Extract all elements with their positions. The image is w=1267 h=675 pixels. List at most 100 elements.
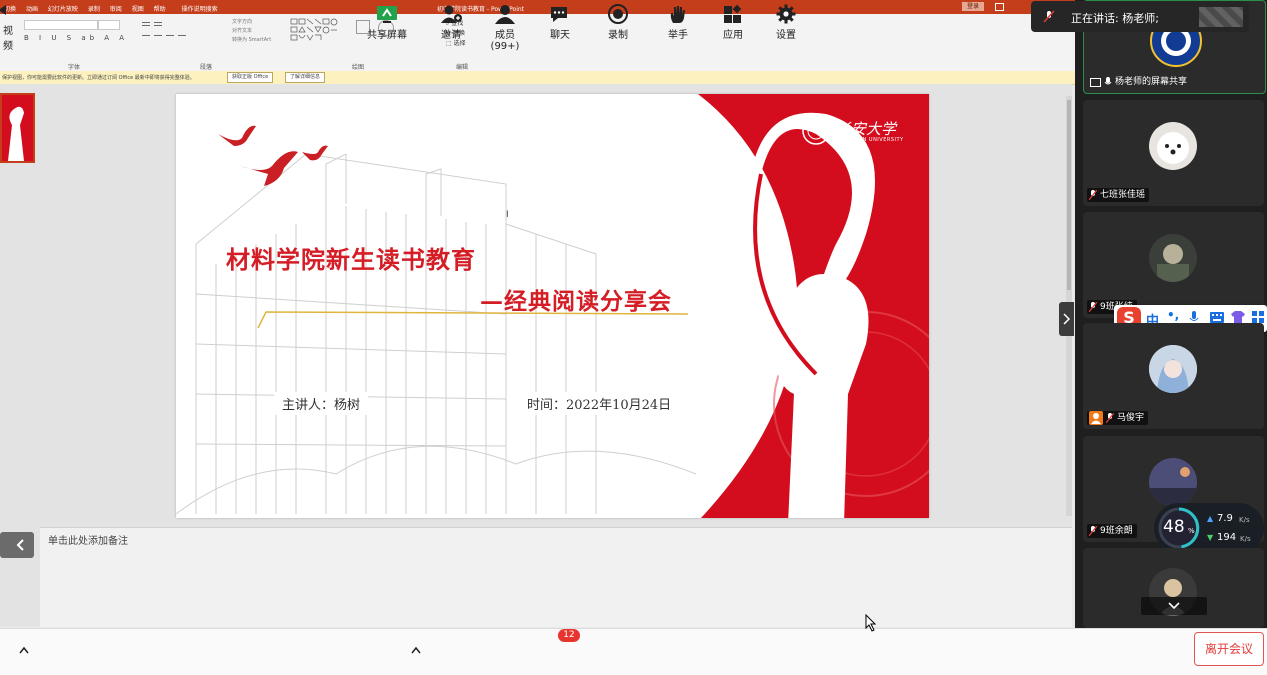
chat-button[interactable]: 聊天	[546, 0, 574, 46]
slide-subtitle: —经典阅读分享会	[480, 288, 672, 315]
download-value: 194	[1217, 532, 1237, 543]
camera-icon	[0, 5, 6, 15]
participant-tile[interactable]	[1083, 548, 1264, 628]
notes-pane[interactable]: 单击此处添加备注	[40, 527, 1072, 627]
share-options-caret[interactable]	[410, 640, 422, 659]
raise-hand-label: 举手	[668, 30, 688, 41]
avatar	[1149, 234, 1197, 282]
ribbon-display-icon[interactable]	[995, 3, 1004, 11]
font-name-box[interactable]	[24, 20, 98, 30]
ime-punctuation-label[interactable]: •,	[1167, 308, 1179, 322]
ppt-title-bar: 切换 动画 幻灯片放映 录制 审阅 视图 帮助 操作说明搜索 初中学院读书教育 …	[0, 0, 1075, 14]
apps-icon	[724, 4, 742, 23]
invite-label: 邀请	[441, 30, 461, 41]
editing-group-label: 编辑	[456, 64, 469, 71]
upload-unit: K/s	[1239, 516, 1250, 524]
align-text-button[interactable]: 对齐文本	[232, 27, 252, 34]
smartart-button[interactable]: 转换为 SmartArt	[232, 36, 271, 43]
protected-view-message: 保护视图，你可能需要此软件的更新。立即通过订阅 Office 最新中即将获得完整…	[2, 75, 195, 81]
mic-icon	[1104, 77, 1112, 85]
protected-view-bar: 保护视图，你可能需要此软件的更新。立即通过订阅 Office 最新中即将获得完整…	[0, 71, 1075, 85]
avatar	[1149, 122, 1197, 170]
leave-meeting-button[interactable]: 离开会议	[1194, 632, 1264, 666]
participant-name: 七班张佳瑶	[1100, 190, 1146, 200]
participant-name: 马俊宇	[1117, 413, 1145, 423]
upload-arrow-icon: ▲	[1207, 514, 1214, 523]
participants-button[interactable]: 成员(99+)	[481, 0, 529, 52]
font-size-box[interactable]	[98, 20, 120, 30]
settings-button[interactable]: 设置	[772, 0, 800, 46]
record-button[interactable]: 录制	[604, 0, 632, 46]
slide-title: 材料学院新生读书教育	[226, 245, 476, 274]
logo-text-en: CHANG'AN UNIVERSITY	[836, 137, 904, 143]
apps-button[interactable]: 应用	[719, 0, 747, 46]
get-office-button[interactable]: 获取正版 Office	[227, 72, 274, 83]
font-group-label: 字体	[68, 64, 81, 71]
logo-text-cn: 长安大学	[836, 120, 897, 138]
video-options-caret[interactable]	[18, 640, 30, 659]
menu-item[interactable]: 幻灯片放映	[48, 4, 78, 13]
share-screen-label: 共享屏幕	[367, 30, 407, 41]
invite-button[interactable]: 邀请	[436, 0, 466, 46]
paragraph-buttons[interactable]	[140, 20, 220, 44]
participant-tile[interactable]: 马俊宇	[1083, 323, 1264, 429]
network-monitor[interactable]: 48 % ▲ 7.9 K/s ▼ 194 K/s	[1154, 503, 1264, 553]
participant-name: 杨老师的屏幕共享	[1115, 77, 1188, 87]
font-format-buttons[interactable]: B I U S ab A A	[24, 34, 128, 42]
shapes-gallery[interactable]	[290, 18, 350, 46]
participant-name: 9班余朗	[1100, 526, 1133, 536]
mouse-cursor-icon	[865, 614, 877, 632]
host-badge-icon	[1089, 411, 1103, 425]
cpu-unit: %	[1188, 527, 1195, 535]
active-speaker-bar: 正在讲话: 杨老师;	[1031, 1, 1249, 32]
menu-item[interactable]: 帮助	[154, 4, 166, 13]
text-direction-button[interactable]: 文字方向	[232, 18, 252, 25]
download-arrow-icon: ▼	[1207, 533, 1214, 542]
screen-share-icon	[1090, 77, 1101, 87]
menu-item[interactable]: 动画	[26, 4, 38, 13]
menu-item[interactable]: 操作说明搜索	[182, 4, 218, 13]
settings-label: 设置	[776, 30, 796, 41]
ppt-ribbon: B I U S ab A A 字体 文字方向 对齐文本 转换为 SmartArt…	[0, 14, 1075, 72]
raise-hand-button[interactable]: 举手	[664, 0, 692, 46]
menu-item[interactable]: 视图	[132, 4, 144, 13]
muted-mic-icon	[1089, 526, 1097, 536]
avatar	[1149, 458, 1197, 506]
participant-tile[interactable]: 七班张佳瑶	[1083, 100, 1264, 206]
video-button[interactable]: 视频	[0, 0, 16, 52]
download-unit: K/s	[1240, 535, 1251, 543]
muted-mic-icon	[1089, 190, 1097, 200]
collapse-thumbnails-button[interactable]	[0, 532, 34, 558]
upload-value: 7.9	[1217, 513, 1233, 524]
speaking-text: 正在讲话: 杨老师;	[1071, 12, 1159, 25]
signin-button[interactable]: 登录	[962, 2, 984, 11]
participants-icon	[495, 5, 515, 24]
cpu-value: 48	[1163, 517, 1185, 537]
participant-namebar: 9班余朗	[1087, 524, 1137, 538]
share-screen-icon	[377, 6, 397, 23]
text-cursor-icon: I	[506, 210, 509, 220]
scroll-down-button[interactable]	[1141, 597, 1207, 615]
menu-item[interactable]: 录制	[88, 4, 100, 13]
video-label: 视频	[3, 26, 13, 52]
participants-label: 成员(99+)	[490, 30, 520, 52]
participant-tile[interactable]: 9班张纯	[1083, 212, 1264, 318]
muted-mic-icon	[1043, 10, 1055, 23]
meeting-toolbar	[0, 628, 1267, 675]
learn-more-button[interactable]: 了解详细信息	[285, 72, 326, 83]
participant-namebar: 杨老师的屏幕共享	[1088, 75, 1191, 89]
share-screen-button[interactable]: 共享屏幕	[365, 0, 409, 46]
scrollbar-thumb[interactable]	[1067, 100, 1071, 290]
avatar	[1149, 345, 1197, 393]
apps-label: 应用	[723, 30, 743, 41]
notes-placeholder: 单击此处添加备注	[48, 536, 128, 547]
record-label: 录制	[608, 30, 628, 41]
speaker-thumbnail	[1199, 7, 1243, 27]
chat-label: 聊天	[550, 30, 570, 41]
menu-item[interactable]: 审阅	[110, 4, 122, 13]
keyboard-icon[interactable]	[1210, 312, 1224, 323]
ppt-menu: 切换 动画 幻灯片放映 录制 审阅 视图 帮助 操作说明搜索	[4, 4, 226, 13]
gallery-collapse-handle[interactable]	[1059, 302, 1074, 336]
slide-thumbnail[interactable]	[0, 93, 35, 163]
muted-mic-icon	[1089, 302, 1097, 312]
